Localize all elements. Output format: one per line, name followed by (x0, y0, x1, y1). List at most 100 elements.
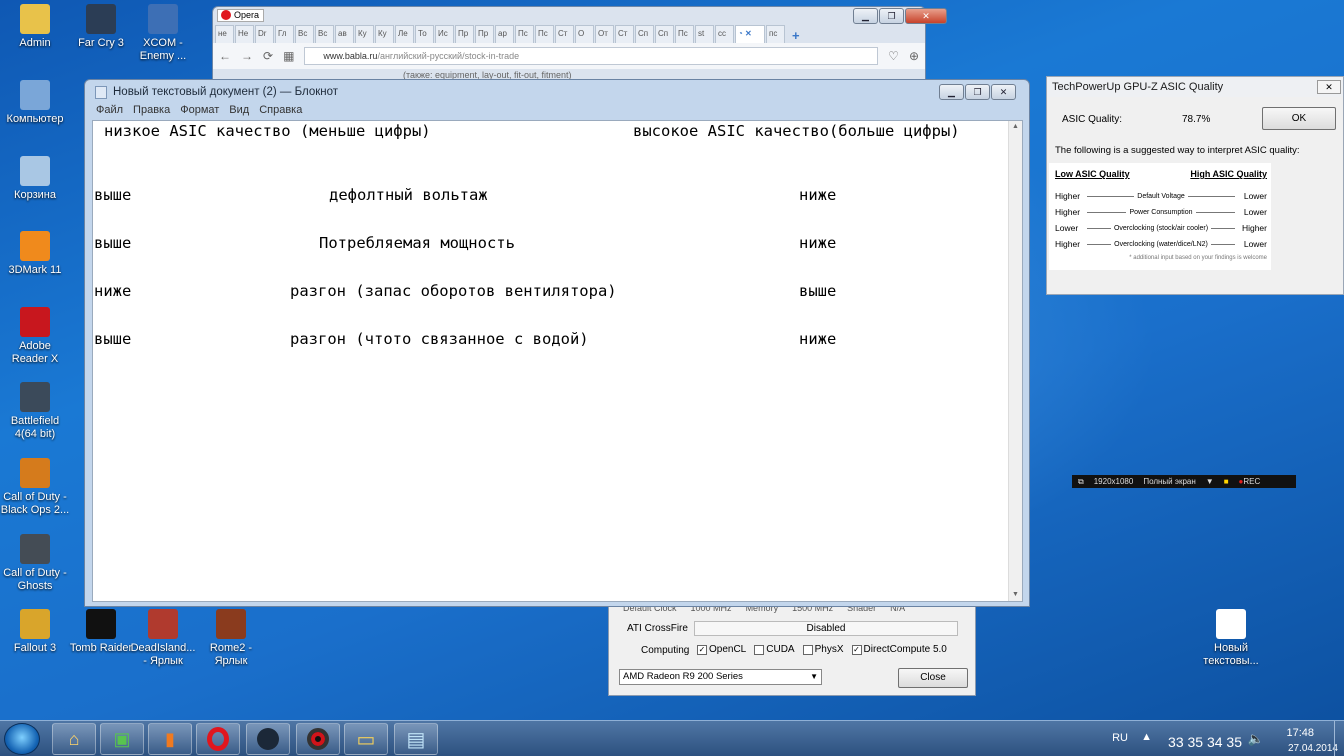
browser-tab[interactable]: сс (715, 25, 734, 43)
vertical-scrollbar[interactable]: ▲ ▼ (1008, 121, 1022, 601)
browser-tab[interactable]: То (415, 25, 434, 43)
show-hidden-icons-icon[interactable]: ▲ (1141, 731, 1152, 743)
browser-tab[interactable]: Ис (435, 25, 454, 43)
browser-tab[interactable]: Вс (315, 25, 334, 43)
forward-icon[interactable]: → (241, 49, 253, 63)
taskbar-gpuz-icon[interactable]: ▮ (148, 723, 192, 755)
desktop-icon[interactable]: Tomb Raider (66, 609, 136, 655)
desktop-icon[interactable]: XCOM - Enemy ... (128, 4, 198, 63)
text-area[interactable]: низкое ASIC качество (меньше цифры) высо… (92, 120, 1023, 602)
taskbar-opera-icon[interactable] (196, 723, 240, 755)
gpu-select[interactable]: AMD Radeon R9 200 Series ▼ (619, 669, 822, 685)
desktop-icon[interactable]: Компьютер (0, 80, 70, 126)
ok-button[interactable]: OK (1262, 107, 1336, 130)
desktop-icon[interactable]: Корзина (0, 156, 70, 202)
reload-icon[interactable]: ⟳ (263, 49, 273, 63)
menu-item[interactable]: Правка (133, 104, 170, 120)
desktop-icon[interactable]: Admin (0, 4, 70, 50)
desktop-icon[interactable]: Новый текстовы... (1196, 609, 1266, 668)
clock-time[interactable]: 17:48 (1286, 727, 1314, 739)
browser-tab[interactable]: Сп (655, 25, 674, 43)
show-desktop-button[interactable] (1334, 721, 1344, 756)
menu-item[interactable]: Формат (180, 104, 219, 120)
address-bar[interactable]: www.babla.ru/английский-русский/stock-in… (304, 47, 879, 65)
back-icon[interactable]: ← (219, 49, 231, 63)
browser-tab[interactable]: Вс (295, 25, 314, 43)
scroll-down-icon[interactable]: ▼ (1009, 591, 1022, 598)
camera-icon[interactable]: ■ (1224, 477, 1229, 486)
asic-quality-dialog[interactable]: TechPowerUp GPU-Z ASIC Quality ✕ ASIC Qu… (1046, 76, 1344, 295)
desktop-icon[interactable]: Call of Duty - Black Ops 2... (0, 458, 70, 517)
menu-item[interactable]: Вид (229, 104, 249, 120)
browser-tab[interactable]: Не (235, 25, 254, 43)
browser-tab[interactable]: Пр (455, 25, 474, 43)
browser-tab[interactable]: Сп (635, 25, 654, 43)
computing-checkbox[interactable]: ✓ OpenCL (697, 644, 746, 655)
desktop-icon[interactable]: Battlefield 4(64 bit) (0, 382, 70, 441)
minimize-button[interactable]: ▁ (939, 84, 964, 100)
chevron-down-icon[interactable]: ▼ (1206, 477, 1214, 486)
recorder-bar[interactable]: ⧉ 1920x1080 Полный экран ▼ ■ ●REC (1072, 475, 1296, 488)
close-icon[interactable]: ✕ (1317, 80, 1341, 94)
browser-tab[interactable]: О (575, 25, 594, 43)
volume-icon[interactable]: 🔈 (1248, 731, 1264, 747)
desktop-icon[interactable]: Rome2 - Ярлык (196, 609, 266, 668)
clock-date[interactable]: 27.04.2014 (1288, 743, 1338, 754)
browser-tab[interactable]: ав (335, 25, 354, 43)
opera-window[interactable]: Opera ▁ ❐ ✕ не Не Dr Гл Вс Вс ав Ку Ку Ле То Ис Пр Пр… (212, 6, 947, 82)
menu-item[interactable]: Файл (96, 104, 123, 120)
taskbar-notepad-icon[interactable]: ▤ (394, 723, 438, 755)
record-button[interactable]: ●REC (1239, 477, 1261, 486)
recorder-mode[interactable]: Полный экран (1143, 477, 1195, 486)
speed-dial-icon[interactable]: ▦ (283, 49, 294, 63)
browser-tab[interactable]: Ст (615, 25, 634, 43)
desktop-icon-label: Tomb Raider (69, 642, 133, 654)
taskbar-steam-icon[interactable] (246, 723, 290, 755)
browser-tab[interactable]: Ле (395, 25, 414, 43)
desktop-icon[interactable]: Call of Duty - Ghosts (0, 534, 70, 593)
taskbar-explorer-icon[interactable]: ▭ (344, 723, 388, 755)
language-indicator[interactable]: RU (1112, 732, 1128, 744)
computing-checkbox[interactable]: ✓ DirectCompute 5.0 (851, 644, 947, 655)
url-path: /английский-русский/stock-in-trade (377, 51, 520, 61)
browser-tab[interactable]: Ку (355, 25, 374, 43)
browser-tab[interactable]: От (595, 25, 614, 43)
desktop-icon[interactable]: Fallout 3 (0, 609, 70, 655)
bookmark-heart-icon[interactable]: ♡ (888, 49, 899, 63)
close-button[interactable]: ✕ (991, 84, 1016, 100)
new-tab-icon[interactable]: + (786, 28, 806, 43)
taskbar-network-icon[interactable]: ⌂ (52, 723, 96, 755)
desktop-icon[interactable]: DeadIsland... - Ярлык (128, 609, 198, 668)
notepad-window[interactable]: Новый текстовый документ (2) — Блокнот ▁… (84, 79, 1030, 607)
maximize-button[interactable]: ❐ (879, 8, 904, 24)
browser-tab[interactable]: Пс (675, 25, 694, 43)
taskbar-monitor-icon[interactable]: ▣ (100, 723, 144, 755)
browser-tab[interactable]: Dr (255, 25, 274, 43)
browser-tab[interactable]: Пс (515, 25, 534, 43)
desktop-icon[interactable]: Adobe Reader X (0, 307, 70, 366)
desktop-icon[interactable]: 3DMark 11 (0, 231, 70, 277)
opera-menu-button[interactable]: Opera (217, 8, 265, 22)
browser-tab[interactable]: не (215, 25, 234, 43)
start-button[interactable] (4, 723, 40, 755)
browser-tab[interactable]: Ку (375, 25, 394, 43)
taskbar-record-icon[interactable] (296, 723, 340, 755)
desktop-icon[interactable]: Far Cry 3 (66, 4, 136, 50)
browser-tab[interactable]: ◔ ✕ (735, 25, 765, 43)
browser-tab[interactable]: пс (766, 25, 785, 43)
computing-checkbox[interactable]: CUDA (754, 644, 795, 655)
download-icon[interactable]: ⊕ (909, 49, 919, 63)
browser-tab[interactable]: Пс (535, 25, 554, 43)
menu-item[interactable]: Справка (259, 104, 302, 120)
close-button[interactable]: ✕ (905, 8, 947, 24)
computing-checkbox[interactable]: PhysX (802, 644, 844, 655)
browser-tab[interactable]: Ст (555, 25, 574, 43)
browser-tab[interactable]: Пр (475, 25, 494, 43)
browser-tab[interactable]: ар (495, 25, 514, 43)
browser-tab[interactable]: st (695, 25, 714, 43)
scroll-up-icon[interactable]: ▲ (1009, 121, 1022, 130)
close-button[interactable]: Close (898, 668, 968, 688)
browser-tab[interactable]: Гл (275, 25, 294, 43)
minimize-button[interactable]: ▁ (853, 8, 878, 24)
maximize-button[interactable]: ❐ (965, 84, 990, 100)
